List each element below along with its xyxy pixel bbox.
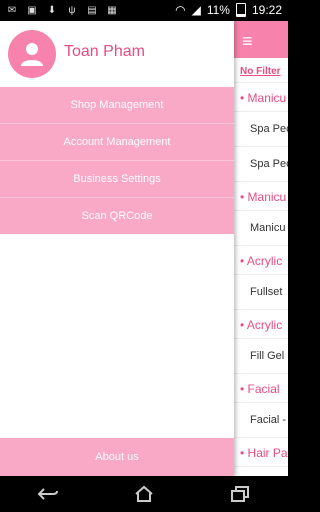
section-header: • Hair Pa — [234, 437, 288, 466]
list-item[interactable]: Manicu — [234, 210, 288, 245]
section-header: • Manicu — [234, 82, 288, 111]
list-item[interactable]: Facial - — [234, 402, 288, 437]
app-bar: ≡ — [234, 21, 288, 58]
section-header: • Acrylic — [234, 309, 288, 338]
drawer-menu: Shop Management Account Management Busin… — [0, 87, 234, 234]
menu-item-shop-management[interactable]: Shop Management — [0, 87, 234, 124]
background-screen: ≡ No Filter • Manicu Spa Pec Spa Pec • M… — [234, 21, 288, 476]
about-us-button[interactable]: About us — [0, 438, 234, 476]
list-item[interactable]: Fullset — [234, 274, 288, 309]
section-header: • Facial — [234, 373, 288, 402]
image-icon: ▣ — [27, 4, 37, 16]
list-item[interactable]: Fill Gel — [234, 338, 288, 373]
store-icon: ▦ — [107, 4, 117, 16]
profile-header[interactable]: Toan Pham — [0, 21, 234, 87]
signal-icon: ◢ — [191, 3, 201, 17]
recent-apps-button[interactable] — [220, 480, 260, 508]
hamburger-menu-icon[interactable]: ≡ — [242, 31, 253, 52]
list-item[interactable]: Spa Pec — [234, 146, 288, 181]
back-icon — [37, 488, 58, 500]
battery-icon — [235, 3, 246, 17]
recent-apps-icon — [231, 486, 249, 502]
battery-label: 11% — [206, 3, 230, 17]
section-header: • Manicu — [234, 181, 288, 210]
home-icon — [135, 485, 153, 502]
file-icon: ▤ — [87, 4, 97, 16]
system-status: ◠ ◢ 11% 19:22 — [175, 3, 282, 17]
navigation-drawer: Toan Pham Shop Management Account Manage… — [0, 21, 234, 476]
usb-icon: ψ — [68, 4, 76, 16]
no-filter-link[interactable]: No Filter — [234, 58, 288, 82]
list-item[interactable]: Spa Pec — [234, 111, 288, 146]
menu-item-business-settings[interactable]: Business Settings — [0, 161, 234, 198]
menu-item-account-management[interactable]: Account Management — [0, 124, 234, 161]
mail-icon: ✉ — [7, 4, 17, 16]
menu-item-scan-qrcode[interactable]: Scan QRCode — [0, 198, 234, 234]
avatar[interactable] — [8, 30, 56, 78]
app-main: ≡ No Filter • Manicu Spa Pec Spa Pec • M… — [0, 21, 288, 476]
clock: 19:22 — [251, 3, 282, 17]
download-icon: ⬇ — [47, 4, 57, 16]
system-nav-bar — [0, 476, 288, 512]
section-header: • Acrylic — [234, 245, 288, 274]
wifi-icon: ◠ — [175, 3, 186, 17]
list-item[interactable]: hin — [234, 466, 288, 476]
notification-icons: ✉ ▣ ⬇ ψ ▤ ▦ — [6, 4, 118, 16]
user-icon — [21, 43, 43, 66]
back-button[interactable] — [28, 480, 68, 508]
user-name: Toan Pham — [64, 43, 145, 60]
home-button[interactable] — [124, 480, 164, 508]
status-bar: ✉ ▣ ⬇ ψ ▤ ▦ ◠ ◢ 11% 19:22 — [0, 0, 288, 21]
